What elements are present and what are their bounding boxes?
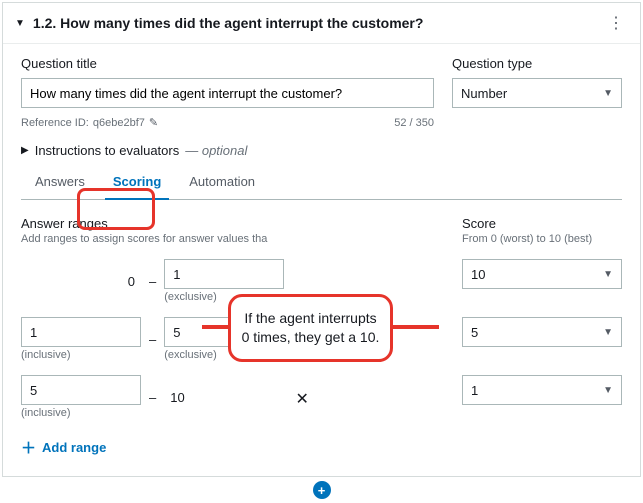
score-label: Score (462, 216, 622, 231)
question-panel: ▼ 1.2. How many times did the agent inte… (2, 2, 641, 477)
score-select[interactable]: 10 ▼ (462, 259, 622, 289)
range-row: 5 (inclusive) – 10 ✕ 1 ▼ (21, 375, 622, 419)
annotation-callout: If the agent interrupts 0 times, they ge… (228, 294, 393, 362)
range-from-static: 0 (21, 266, 141, 296)
range-from-input[interactable]: 1 (21, 317, 141, 347)
score-sub: From 0 (worst) to 10 (best) (462, 233, 622, 245)
answer-ranges-sub: Add ranges to assign scores for answer v… (21, 233, 444, 245)
scoring-tabs: Answers Scoring Automation (21, 166, 622, 200)
reference-id: Reference ID: q6ebe2bf7 ✎ (21, 116, 158, 129)
range-from-input[interactable]: 5 (21, 375, 141, 405)
caret-down-icon: ▼ (603, 88, 613, 99)
plus-icon: ＋ (21, 437, 36, 458)
callout-connector-left (202, 325, 230, 329)
range-to-input[interactable]: 1 (164, 259, 284, 289)
tab-automation[interactable]: Automation (175, 166, 269, 199)
title-char-counter: 52 / 350 (394, 117, 434, 129)
question-title-input[interactable] (21, 78, 434, 108)
callout-connector-right (391, 325, 439, 329)
add-question-button[interactable]: + (313, 481, 331, 499)
add-question-row: + (0, 479, 643, 503)
caret-down-icon: ▼ (603, 327, 613, 338)
score-select[interactable]: 1 ▼ (462, 375, 622, 405)
more-menu-icon[interactable]: ⋮ (604, 13, 628, 33)
panel-body: Question title Reference ID: q6ebe2bf7 ✎… (3, 44, 640, 476)
add-range-button[interactable]: ＋ Add range (21, 437, 622, 458)
panel-header: ▼ 1.2. How many times did the agent inte… (3, 3, 640, 44)
panel-title: 1.2. How many times did the agent interr… (33, 15, 596, 31)
tab-scoring[interactable]: Scoring (99, 166, 175, 199)
question-title-text: How many times did the agent interrupt t… (60, 15, 423, 31)
disclosure-icon[interactable]: ▼ (15, 18, 25, 29)
answer-ranges-label: Answer ranges (21, 216, 444, 231)
tab-answers[interactable]: Answers (21, 166, 99, 199)
instructions-toggle[interactable]: ▶ Instructions to evaluators — optional (21, 143, 622, 158)
caret-down-icon: ▼ (603, 385, 613, 396)
question-title-label: Question title (21, 56, 434, 71)
edit-reference-icon[interactable]: ✎ (149, 116, 158, 129)
remove-range-icon[interactable]: ✕ (290, 389, 314, 409)
question-type-label: Question type (452, 56, 622, 71)
caret-down-icon: ▼ (603, 269, 613, 280)
question-number: 1.2. (33, 15, 56, 31)
question-type-select[interactable]: Number ▼ (452, 78, 622, 108)
score-select[interactable]: 5 ▼ (462, 317, 622, 347)
range-to-static: 10 (164, 382, 284, 412)
chevron-right-icon: ▶ (21, 145, 29, 156)
